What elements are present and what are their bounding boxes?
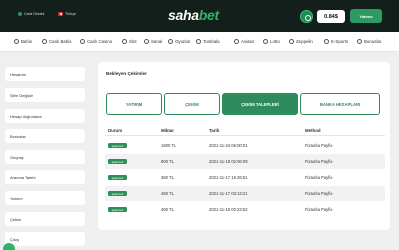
live-support-link[interactable]: Canlı Destek (18, 12, 45, 16)
status-badge: approved (108, 175, 127, 180)
aviator-icon (234, 39, 239, 44)
nav-item-oyunlar[interactable]: Oyunlar (168, 39, 190, 44)
table-row: approved 600 TL 2021-11-18 02:06:09 Fixt… (105, 154, 385, 169)
user-avatar[interactable] (300, 10, 313, 23)
sidebar-item-gecmis[interactable]: Geçmiş (5, 150, 85, 164)
status-badge: approved (108, 207, 127, 212)
nav-item-bonuslar[interactable]: Bonuslar (357, 39, 381, 44)
nav-item-sanal[interactable]: Sanal (144, 39, 162, 44)
tab-yatirim[interactable]: YATIRIM (106, 93, 162, 115)
tab-cekim-talepleri[interactable]: ÇEKİM TALEPLERİ (222, 93, 298, 115)
bonus-icon (357, 39, 362, 44)
balance-display[interactable]: 0.84$ (317, 10, 345, 23)
column-header-miktar: Miktar (161, 128, 174, 133)
table-row: approved 460 TL 2021-11-17 03:13:21 Fixt… (105, 186, 385, 201)
sidebar-item-yatirim[interactable]: Yatırım (5, 191, 85, 205)
language-label: Türkçe (65, 12, 76, 16)
nav-item-zeppelin[interactable]: Zeppelin (289, 39, 313, 44)
chat-help-icon[interactable] (3, 243, 15, 250)
date-cell: 2021-11-24 06:00:01 (209, 143, 248, 148)
column-header-tarih: Tarih (209, 128, 220, 133)
date-cell: 2021-11-18 02:06:09 (209, 159, 248, 164)
status-badge: approved (108, 191, 127, 196)
tombala-icon (196, 39, 201, 44)
nav-item-canli-casino[interactable]: Canlı Casino (80, 39, 112, 44)
live-support-label: Canlı Destek (24, 12, 45, 16)
nav-item-tombala[interactable]: Tombala (196, 39, 220, 44)
date-cell: 2021-11-17 16:26:51 (209, 175, 248, 180)
top-header: Canlı Destek Türkçe sahabet 0.84$ Yatırı… (0, 0, 399, 32)
sidebar-item-cikis[interactable]: Çıkış (5, 232, 85, 246)
sidebar-item-cekim[interactable]: Çekim (5, 212, 85, 226)
method-cell: Fixturka Payfix (305, 191, 333, 196)
tab-cekim[interactable]: ÇEKİM (164, 93, 220, 115)
nav-item-aviator[interactable]: Aviator (234, 39, 255, 44)
language-selector[interactable]: Türkçe (58, 12, 76, 16)
sidebar-item-hesabim[interactable]: Hesabım (5, 67, 85, 81)
column-header-method: Method (305, 128, 321, 133)
games-icon (168, 39, 173, 44)
amount-cell: 360 TL (161, 175, 174, 180)
deposit-button[interactable]: Yatırım (350, 9, 382, 23)
bet-icon (14, 39, 19, 44)
nav-item-lotto[interactable]: Lotto (263, 39, 280, 44)
esports-icon (324, 39, 329, 44)
headset-icon (18, 12, 22, 16)
zeppelin-icon (289, 39, 294, 44)
amount-cell: 600 TL (161, 159, 174, 164)
status-badge: approved (108, 143, 127, 148)
method-cell: Fixturka Payfix (305, 159, 333, 164)
casino-icon (80, 39, 85, 44)
nav-item-esports[interactable]: E-Sports (324, 39, 348, 44)
table-row: approved 460 TL 2021-11-16 00:23:52 Fixt… (105, 202, 385, 217)
table-row: approved 1600 TL 2021-11-24 06:00:01 Fix… (105, 138, 385, 153)
column-header-durum: Durum (108, 128, 123, 133)
live-bet-icon (42, 39, 47, 44)
method-cell: Fixturka Payfix (305, 175, 333, 180)
sidebar-item-hesap-dogrulama[interactable]: Hesap doğrulama (5, 109, 85, 123)
method-cell: Fixturka Payfix (305, 143, 333, 148)
date-cell: 2021-11-16 00:23:52 (209, 207, 248, 212)
main-nav: Bahis Canlı Bahis Canlı Casino Slot Sana… (0, 32, 399, 52)
virtual-icon (144, 39, 149, 44)
sidebar-item-aranma-talebi[interactable]: Aranma Talebi (5, 170, 85, 184)
status-badge: approved (108, 159, 127, 164)
table-header: Durum Miktar Tarih Method (105, 126, 385, 136)
sidebar-item-sifre-degistir[interactable]: Şifre Değiştir (5, 88, 85, 102)
turkey-flag-icon (58, 12, 63, 16)
lotto-icon (263, 39, 268, 44)
nav-item-slot[interactable]: Slot (122, 39, 137, 44)
page-title: Bekleyen Çekimler (106, 71, 147, 76)
withdrawals-panel: Bekleyen Çekimler YATIRIM ÇEKİM ÇEKİM TA… (98, 62, 390, 230)
date-cell: 2021-11-17 03:13:21 (209, 191, 248, 196)
table-row: approved 360 TL 2021-11-17 16:26:51 Fixt… (105, 170, 385, 185)
sidebar-item-bonuslar[interactable]: Bonuslar (5, 129, 85, 143)
method-cell: Fixturka Payfix (305, 207, 333, 212)
nav-item-canli-bahis[interactable]: Canlı Bahis (42, 39, 71, 44)
amount-cell: 1600 TL (161, 143, 177, 148)
nav-item-bahis[interactable]: Bahis (14, 39, 32, 44)
site-logo[interactable]: sahabet (168, 7, 219, 23)
tab-banka-hesaplari[interactable]: BANKA HESAPLARI (300, 93, 380, 115)
amount-cell: 460 TL (161, 207, 174, 212)
slot-icon (122, 39, 127, 44)
amount-cell: 460 TL (161, 191, 174, 196)
